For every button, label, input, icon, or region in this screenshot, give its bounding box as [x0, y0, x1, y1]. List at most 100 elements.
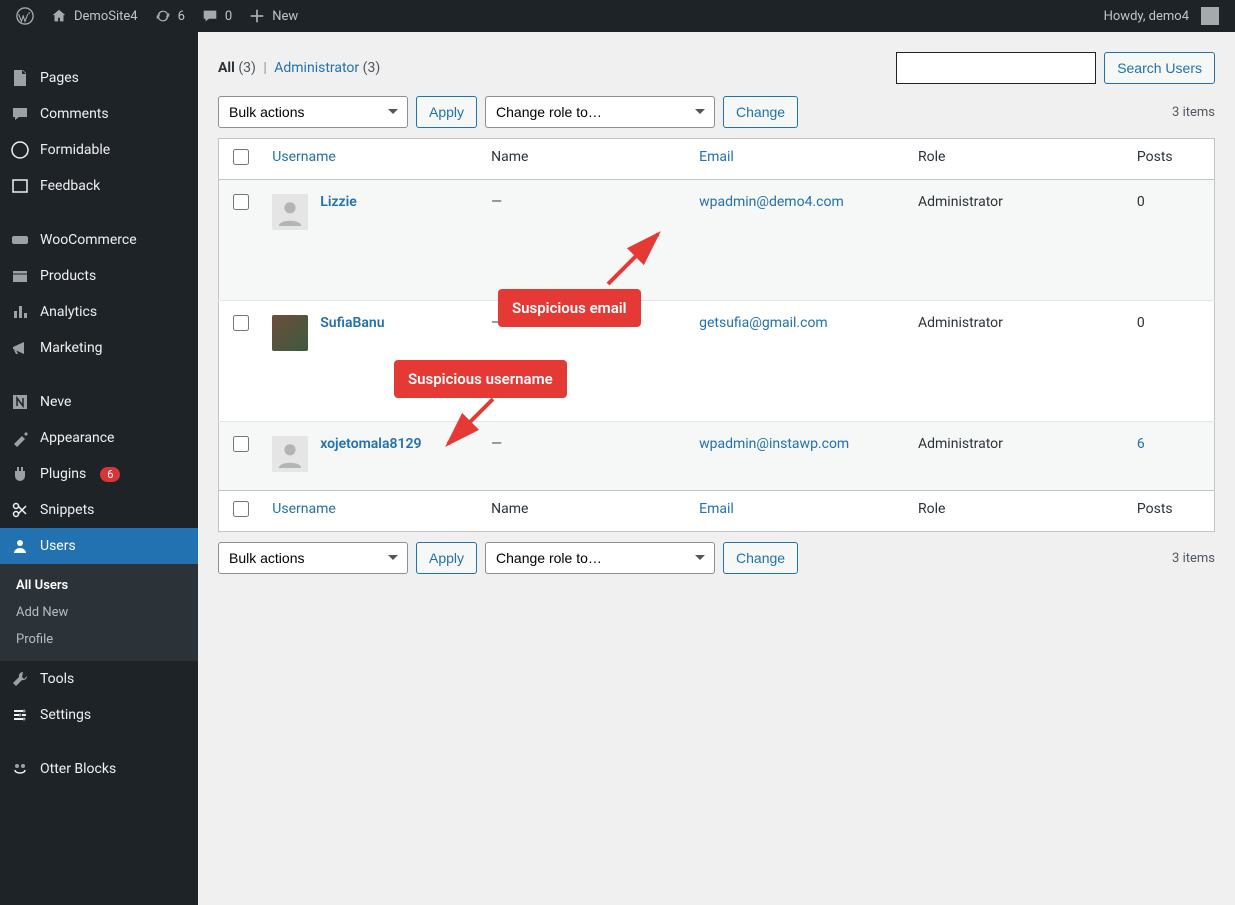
col-email[interactable]: Email — [699, 149, 734, 165]
new-link[interactable]: New — [240, 0, 306, 32]
filter-all-count: (3) — [238, 60, 256, 76]
user-avatar — [272, 315, 308, 351]
user-avatar — [272, 436, 308, 472]
refresh-icon — [154, 7, 172, 25]
actions-top: Bulk actions Apply Change role to… Chang… — [218, 96, 1215, 128]
col-username[interactable]: Username — [272, 149, 336, 165]
otter-icon — [10, 759, 30, 779]
sidebar-item-feedback[interactable]: Feedback — [0, 168, 198, 204]
bulk-actions-select-bottom[interactable]: Bulk actions — [218, 542, 408, 574]
submenu-add-new[interactable]: Add New — [0, 599, 198, 626]
sidebar-item-otter[interactable]: Otter Blocks — [0, 751, 198, 787]
change-button[interactable]: Change — [723, 96, 798, 128]
change-role-select[interactable]: Change role to… — [485, 96, 715, 128]
sidebar-label: Analytics — [40, 304, 97, 320]
apply-button-bottom[interactable]: Apply — [416, 542, 477, 574]
posts-count: 0 — [1137, 194, 1145, 210]
search-input[interactable] — [896, 52, 1096, 84]
sidebar-label: Feedback — [40, 178, 100, 194]
arrow-username — [438, 394, 508, 458]
formidable-icon — [10, 140, 30, 160]
sidebar-item-neve[interactable]: Neve — [0, 384, 198, 420]
sidebar-item-pages[interactable]: Pages — [0, 60, 198, 96]
filter-all[interactable]: All — [218, 60, 235, 76]
sidebar-item-analytics[interactable]: Analytics — [0, 294, 198, 330]
separator: | — [259, 60, 270, 76]
main-content: All (3) | Administrator (3) Search Users… — [198, 32, 1235, 905]
search-button[interactable]: Search Users — [1104, 52, 1215, 84]
table-row: Lizzie—wpadmin@demo4.comAdministrator0 — [219, 180, 1215, 301]
change-button-bottom[interactable]: Change — [723, 542, 798, 574]
sidebar-item-snippets[interactable]: Snippets — [0, 492, 198, 528]
account-link[interactable]: Howdy, demo4 — [1096, 0, 1227, 32]
email-link[interactable]: wpadmin@instawp.com — [699, 436, 849, 452]
col-role: Role — [908, 139, 1127, 180]
wp-logo[interactable] — [8, 0, 42, 32]
submenu-all-users[interactable]: All Users — [0, 572, 198, 599]
comment-icon — [201, 7, 219, 25]
sidebar-item-settings[interactable]: Settings — [0, 697, 198, 733]
row-checkbox[interactable] — [233, 194, 249, 210]
sidebar-item-formidable[interactable]: Formidable — [0, 132, 198, 168]
row-checkbox[interactable] — [233, 436, 249, 452]
users-table: Username Name Email Role Posts Lizzie—wp… — [218, 138, 1215, 532]
select-all-bottom[interactable] — [233, 501, 249, 517]
col-name-foot: Name — [481, 491, 689, 532]
col-username-foot[interactable]: Username — [272, 501, 336, 517]
plugins-icon — [10, 464, 30, 484]
comments-link[interactable]: 0 — [193, 0, 240, 32]
email-link[interactable]: getsufia@gmail.com — [699, 315, 828, 331]
items-count-top: 3 items — [1172, 105, 1215, 120]
avatar-icon — [276, 440, 304, 468]
users-submenu: All Users Add New Profile — [0, 564, 198, 661]
sidebar-item-plugins[interactable]: Plugins 6 — [0, 456, 198, 492]
user-avatar — [272, 194, 308, 230]
name-cell: — — [491, 194, 502, 210]
admin-topbar: DemoSite4 6 0 New Howdy, demo4 — [0, 0, 1235, 32]
plus-icon — [248, 7, 266, 25]
bulk-actions-select[interactable]: Bulk actions — [218, 96, 408, 128]
submenu-profile[interactable]: Profile — [0, 626, 198, 653]
username-link[interactable]: Lizzie — [320, 194, 357, 210]
sidebar-item-tools[interactable]: Tools — [0, 661, 198, 697]
tools-icon — [10, 669, 30, 689]
topbar-left: DemoSite4 6 0 New — [8, 0, 306, 32]
filter-administrator[interactable]: Administrator — [274, 60, 359, 76]
admin-sidebar: Pages Comments Formidable Feedback WooCo… — [0, 32, 198, 905]
sidebar-label: Otter Blocks — [40, 761, 116, 777]
select-all-top[interactable] — [233, 149, 249, 165]
items-count-bottom: 3 items — [1172, 551, 1215, 566]
email-link[interactable]: wpadmin@demo4.com — [699, 194, 844, 210]
products-icon — [10, 266, 30, 286]
annotation-username: Suspicious username — [394, 360, 567, 398]
sidebar-label: Settings — [40, 707, 91, 723]
sidebar-label: Products — [40, 268, 96, 284]
table-row: SufiaBanu—getsufia@gmail.comAdministrato… — [219, 301, 1215, 422]
change-role-select-bottom[interactable]: Change role to… — [485, 542, 715, 574]
col-email-foot[interactable]: Email — [699, 501, 734, 517]
role-cell: Administrator — [918, 436, 1003, 452]
username-link[interactable]: SufiaBanu — [320, 315, 384, 331]
row-checkbox[interactable] — [233, 315, 249, 331]
sidebar-item-users[interactable]: Users — [0, 528, 198, 564]
sidebar-item-marketing[interactable]: Marketing — [0, 330, 198, 366]
sidebar-item-woocommerce[interactable]: WooCommerce — [0, 222, 198, 258]
page-icon — [10, 68, 30, 88]
sidebar-item-products[interactable]: Products — [0, 258, 198, 294]
sidebar-item-appearance[interactable]: Appearance — [0, 420, 198, 456]
sidebar-item-comments[interactable]: Comments — [0, 96, 198, 132]
site-link[interactable]: DemoSite4 — [42, 0, 146, 32]
avatar-photo — [272, 315, 308, 351]
avatar-icon — [1201, 7, 1219, 25]
comment-icon — [10, 104, 30, 124]
username-link[interactable]: xojetomala8129 — [320, 436, 421, 452]
sidebar-label: Tools — [40, 671, 74, 687]
arrow-email — [598, 224, 678, 298]
new-label: New — [272, 9, 298, 24]
apply-button[interactable]: Apply — [416, 96, 477, 128]
annotation-email: Suspicious email — [498, 289, 641, 327]
sidebar-label: Comments — [40, 106, 109, 122]
sidebar-label: WooCommerce — [40, 232, 137, 248]
posts-link[interactable]: 6 — [1137, 436, 1145, 452]
updates-link[interactable]: 6 — [146, 0, 193, 32]
